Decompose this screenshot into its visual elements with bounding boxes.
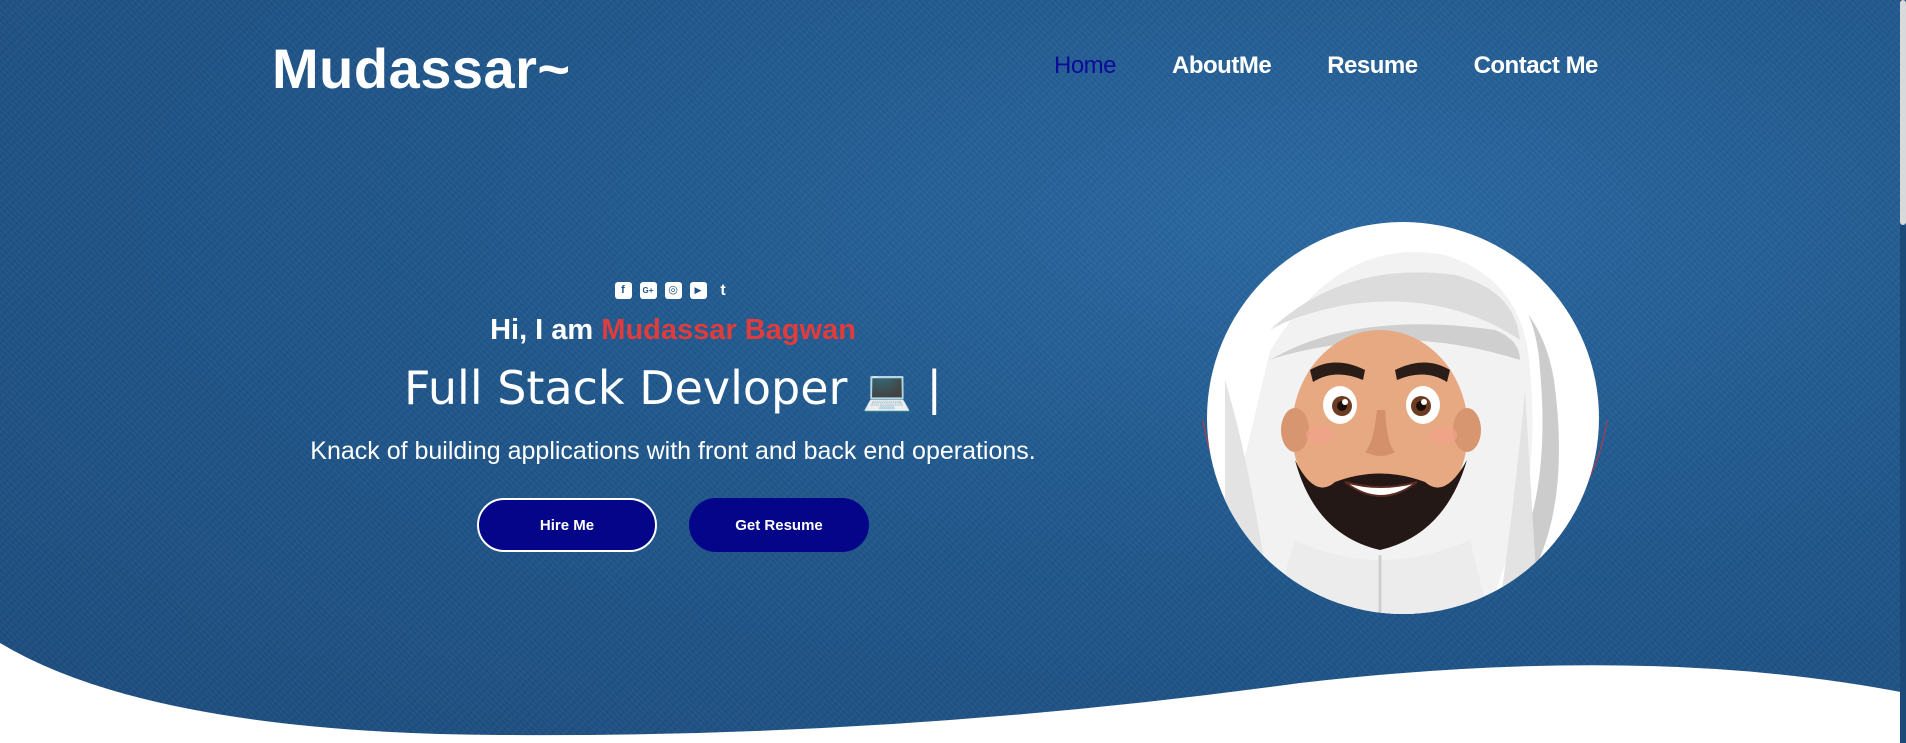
avatar <box>1195 220 1620 640</box>
scrollbar-thumb[interactable] <box>1900 0 1906 225</box>
bottom-wave <box>0 643 1906 743</box>
site-logo[interactable]: Mudassar~ <box>272 36 571 101</box>
youtube-icon[interactable]: ▶ <box>689 282 707 299</box>
person-name: Mudassar Bagwan <box>601 314 856 346</box>
role-title: Full Stack Devloper 💻 | <box>262 361 1084 415</box>
nav-aboutme[interactable]: AboutMe <box>1172 52 1272 80</box>
laptop-icon: 💻 <box>862 368 912 414</box>
social-links: f G+ ◎ ▶ t <box>262 282 1084 302</box>
greeting: Hi, I am Mudassar Bagwan <box>262 314 1084 347</box>
nav-resume[interactable]: Resume <box>1327 52 1418 80</box>
greeting-prefix: Hi, I am <box>490 314 594 346</box>
hire-me-button[interactable]: Hire Me <box>477 498 657 552</box>
tagline: Knack of building applications with fron… <box>310 437 1036 465</box>
scrollbar[interactable] <box>1900 0 1906 743</box>
nav-home[interactable]: Home <box>1054 52 1117 80</box>
hero-buttons: Hire Me Get Resume <box>262 498 1084 552</box>
twitter-icon[interactable]: t <box>715 282 732 299</box>
facebook-icon[interactable]: f <box>614 282 632 299</box>
google-plus-icon[interactable]: G+ <box>639 282 657 299</box>
role-text: Full Stack Devloper <box>403 361 848 415</box>
get-resume-button[interactable]: Get Resume <box>689 498 869 552</box>
hero-section: f G+ ◎ ▶ t Hi, I am Mudassar Bagwan Full… <box>262 282 1084 552</box>
instagram-icon[interactable]: ◎ <box>664 282 682 299</box>
typing-cursor: | <box>926 361 943 415</box>
main-nav: Home AboutMe Resume Contact Me <box>1054 52 1598 80</box>
nav-contact[interactable]: Contact Me <box>1474 52 1599 80</box>
